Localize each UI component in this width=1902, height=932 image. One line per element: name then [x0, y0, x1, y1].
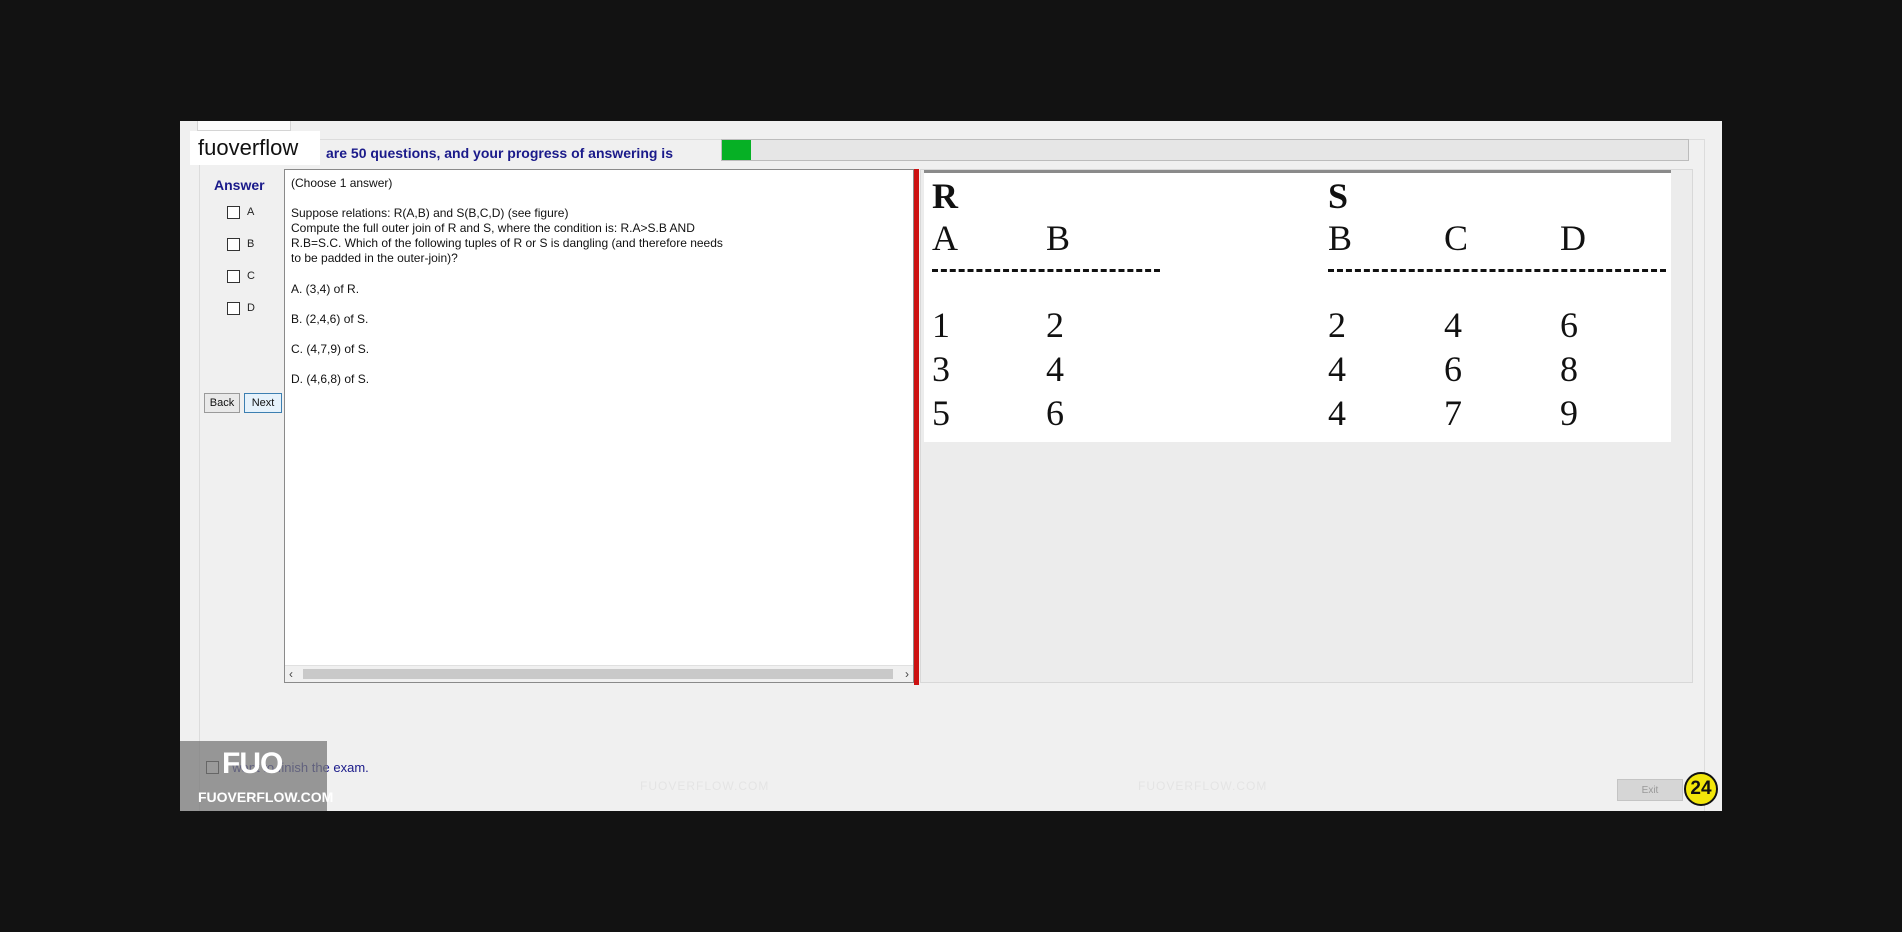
- r-divider: [932, 269, 1160, 275]
- r-cell: 5: [932, 393, 950, 433]
- checkbox-c[interactable]: [227, 269, 240, 283]
- s-cell: 8: [1560, 349, 1578, 389]
- answer-option-label: B: [247, 238, 255, 250]
- r-cell: 3: [932, 349, 950, 389]
- scroll-right-icon[interactable]: ›: [905, 666, 909, 682]
- s-cell: 6: [1560, 305, 1578, 345]
- s-divider: [1328, 269, 1666, 275]
- tab-stub: [197, 121, 291, 131]
- horizontal-scrollbar[interactable]: ‹ ›: [285, 665, 913, 682]
- question-line: R.B=S.C. Which of the following tuples o…: [291, 236, 723, 250]
- answer-option-b[interactable]: B: [227, 236, 254, 252]
- s-column-c: C: [1444, 218, 1469, 258]
- question-line: to be padded in the outer-join)?: [291, 251, 458, 265]
- question-text: Suppose relations: R(A,B) and S(B,C,D) (…: [291, 206, 781, 266]
- logo-mark: FUO: [222, 747, 283, 780]
- s-cell: 9: [1560, 393, 1578, 433]
- checkbox-d[interactable]: [227, 301, 240, 315]
- r-column-b: B: [1046, 218, 1071, 258]
- question-line: Suppose relations: R(A,B) and S(B,C,D) (…: [291, 206, 569, 220]
- answer-option-d[interactable]: D: [227, 300, 255, 316]
- question-counter-badge: 24: [1684, 772, 1718, 806]
- answer-option-label: A: [247, 206, 255, 218]
- scroll-left-icon[interactable]: ‹: [289, 666, 293, 682]
- question-option-d: D. (4,6,8) of S.: [291, 372, 370, 386]
- relations-figure: R A B 1 2 3 4 5 6 S B C D 2 4 6 4 6 8 4 …: [924, 170, 1671, 442]
- relation-s-name: S: [1328, 176, 1349, 216]
- r-cell: 1: [932, 305, 950, 345]
- brand-label: fuoverflow: [190, 131, 320, 165]
- fuo-logo: FUO FUOVERFLOW.COM: [180, 741, 333, 811]
- r-cell: 2: [1046, 305, 1064, 345]
- answer-option-c[interactable]: C: [227, 268, 255, 284]
- exit-button[interactable]: Exit: [1617, 779, 1683, 801]
- scroll-thumb[interactable]: [303, 669, 893, 679]
- figure-panel: R A B 1 2 3 4 5 6 S B C D 2 4 6 4 6 8 4 …: [920, 169, 1693, 683]
- question-panel[interactable]: (Choose 1 answer) Suppose relations: R(A…: [284, 169, 914, 683]
- exam-window: FUOVERFLOW.COM FUOVERFLOW.COM FUOVERFLOW…: [180, 121, 1722, 811]
- checkbox-b[interactable]: [227, 237, 240, 251]
- answer-heading: Answer: [214, 177, 265, 193]
- r-column-a: A: [932, 218, 958, 258]
- answer-option-a[interactable]: A: [227, 204, 254, 220]
- s-cell: 7: [1444, 393, 1462, 433]
- s-cell: 4: [1328, 349, 1346, 389]
- watermark: FUOVERFLOW.COM: [1138, 779, 1268, 793]
- question-line: Compute the full outer join of R and S, …: [291, 221, 695, 235]
- back-button[interactable]: Back: [204, 393, 240, 413]
- r-cell: 4: [1046, 349, 1064, 389]
- panel-splitter[interactable]: [914, 169, 919, 685]
- s-cell: 6: [1444, 349, 1462, 389]
- s-cell: 4: [1328, 393, 1346, 433]
- watermark: FUOVERFLOW.COM: [640, 779, 770, 793]
- question-option-b: B. (2,4,6) of S.: [291, 312, 369, 326]
- logo-domain: FUOVERFLOW.COM: [198, 789, 334, 805]
- answer-option-label: D: [247, 302, 255, 314]
- next-button[interactable]: Next: [244, 393, 282, 413]
- s-cell: 4: [1444, 305, 1462, 345]
- progress-fill: [722, 140, 751, 160]
- progress-bar: [721, 139, 1689, 161]
- s-column-d: D: [1560, 218, 1586, 258]
- s-cell: 2: [1328, 305, 1346, 345]
- progress-text: are 50 questions, and your progress of a…: [326, 145, 673, 161]
- question-instruction: (Choose 1 answer): [291, 176, 393, 190]
- r-cell: 6: [1046, 393, 1064, 433]
- checkbox-a[interactable]: [227, 205, 240, 219]
- answer-option-label: C: [247, 270, 255, 282]
- question-option-a: A. (3,4) of R.: [291, 282, 360, 296]
- relation-r-name: R: [932, 176, 958, 216]
- question-option-c: C. (4,7,9) of S.: [291, 342, 370, 356]
- s-column-b: B: [1328, 218, 1353, 258]
